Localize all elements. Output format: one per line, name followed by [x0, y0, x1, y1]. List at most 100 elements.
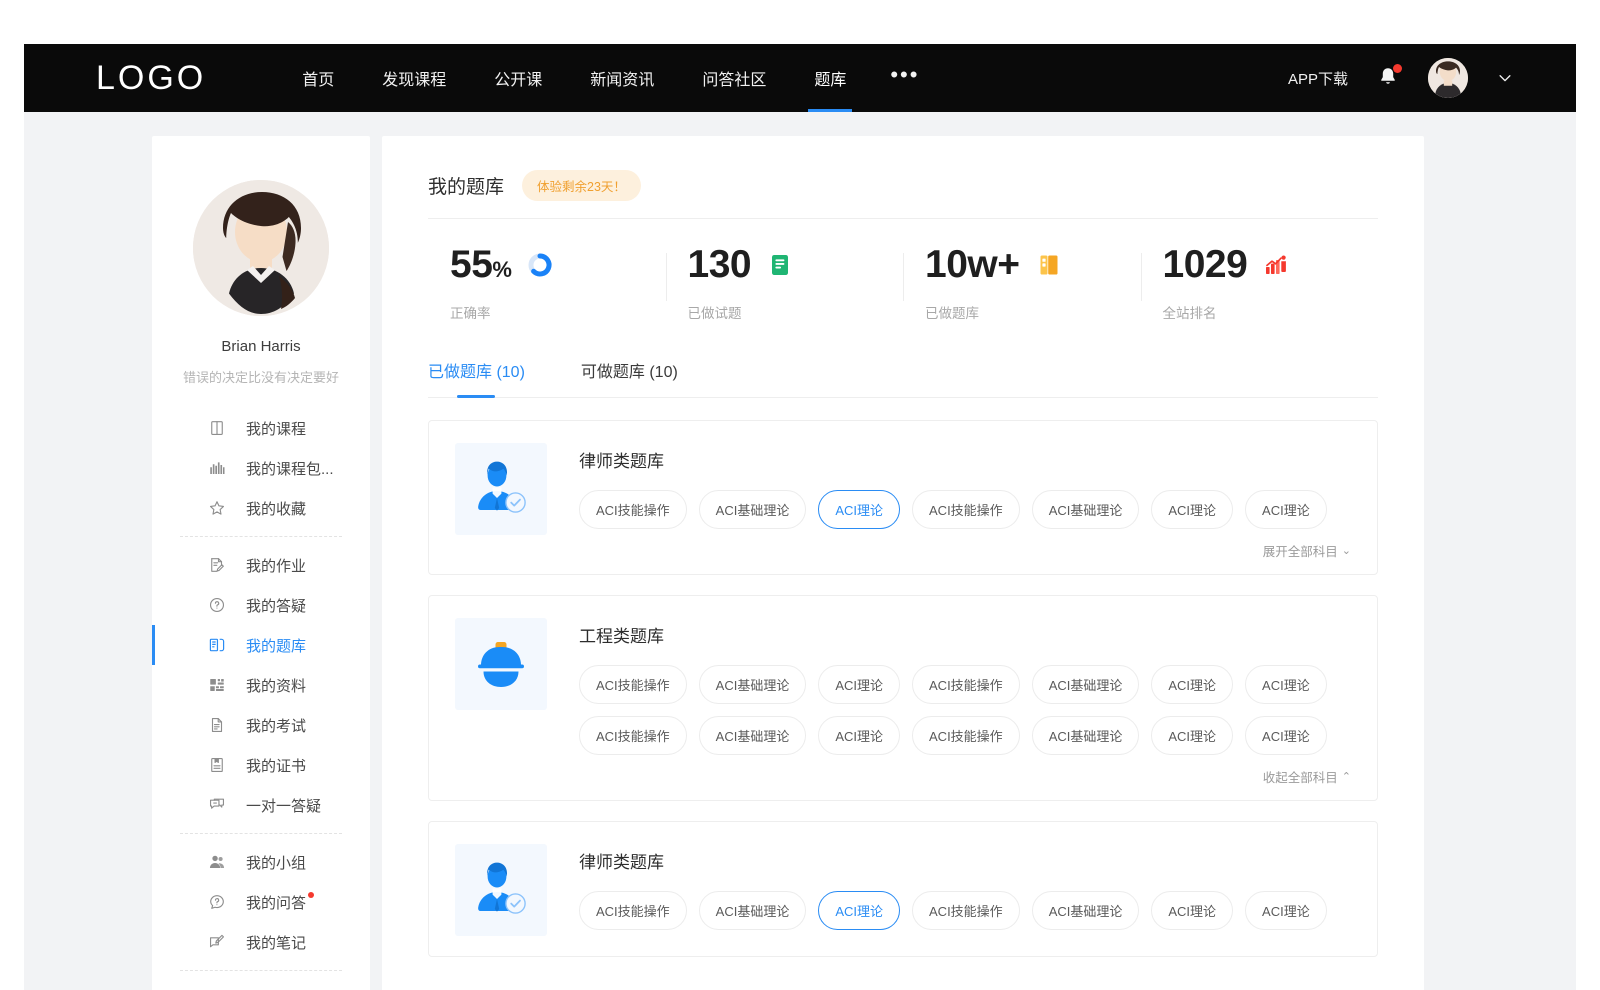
sidebar-item-12[interactable]: 我的笔记 — [152, 922, 370, 962]
user-avatar-large-icon — [193, 180, 329, 316]
subject-tag[interactable]: ACI理论 — [1245, 891, 1327, 930]
red-rank-icon — [1263, 252, 1289, 278]
subject-tag[interactable]: ACI理论 — [818, 891, 900, 930]
sidebar-item-5[interactable]: 我的题库 — [152, 625, 370, 665]
sidebar-item-13[interactable]: 我的积分 — [152, 979, 370, 990]
sidebar-item-2[interactable]: 我的收藏 — [152, 488, 370, 528]
subject-tag-row: ACI技能操作 ACI基础理论 ACI理论 ACI技能操作 ACI基础理论 ACI理论 AC… — [579, 665, 1351, 704]
subject-tag[interactable]: ACI技能操作 — [579, 665, 687, 704]
sidebar-item-label: 我的笔记 — [246, 932, 306, 953]
star-icon — [208, 499, 226, 517]
notification-bell-button[interactable] — [1376, 65, 1400, 91]
subject-tag[interactable]: ACI理论 — [818, 490, 900, 529]
sidebar-item-10[interactable]: 我的小组 — [152, 842, 370, 882]
nav-item-label: 问答社区 — [702, 66, 766, 90]
nav-more-icon[interactable]: ••• — [870, 64, 939, 86]
question-bank-icon — [208, 636, 226, 654]
sidebar-item-1[interactable]: 我的课程包... — [152, 448, 370, 488]
sidebar-item-label: 我的问答 — [246, 892, 306, 913]
subject-tag[interactable]: ACI技能操作 — [912, 891, 1020, 930]
subject-tag-rows: ACI技能操作 ACI基础理论 ACI理论 ACI技能操作 ACI基础理论 ACI理论 AC… — [579, 891, 1351, 930]
nav-item-label: 公开课 — [494, 66, 542, 90]
nav-item-4[interactable]: 问答社区 — [678, 44, 790, 112]
site-logo[interactable]: LOGO — [96, 59, 206, 98]
subject-tag[interactable]: ACI理论 — [1151, 716, 1233, 755]
subject-tag[interactable]: ACI技能操作 — [579, 891, 687, 930]
sidebar-item-4[interactable]: 我的答疑 — [152, 585, 370, 625]
subject-tag[interactable]: ACI理论 — [1245, 490, 1327, 529]
donut-chart-icon — [527, 252, 553, 278]
subject-tag[interactable]: ACI理论 — [1245, 665, 1327, 704]
homework-icon — [208, 556, 226, 574]
tab-0[interactable]: 已做题库 (10) — [428, 358, 525, 397]
subject-tag-rows: ACI技能操作 ACI基础理论 ACI理论 ACI技能操作 ACI基础理论 ACI理论 AC… — [579, 490, 1351, 529]
subject-tag[interactable]: ACI理论 — [1151, 665, 1233, 704]
subject-tag[interactable]: ACI理论 — [1151, 891, 1233, 930]
subject-tag-row: ACI技能操作 ACI基础理论 ACI理论 ACI技能操作 ACI基础理论 ACI理论 AC… — [579, 490, 1351, 529]
stat-card-3: 1029全站排名 — [1141, 245, 1379, 322]
subject-tag[interactable]: ACI基础理论 — [1032, 891, 1140, 930]
stat-number: 130 — [688, 243, 752, 286]
sidebar-item-0[interactable]: 我的课程 — [152, 408, 370, 448]
sidebar-avatar[interactable] — [193, 180, 329, 316]
subject-tag[interactable]: ACI基础理论 — [1032, 665, 1140, 704]
toggle-subjects-link[interactable]: 展开全部科目⌄ — [1263, 541, 1351, 560]
tab-label: 可做题库 (10) — [581, 364, 678, 381]
card-footer: 展开全部科目⌄ — [579, 541, 1351, 560]
subject-tag[interactable]: ACI基础理论 — [699, 716, 807, 755]
subject-tag[interactable]: ACI理论 — [818, 665, 900, 704]
subject-tag[interactable]: ACI理论 — [1151, 490, 1233, 529]
group-icon — [208, 853, 226, 871]
subject-tag[interactable]: ACI理论 — [818, 716, 900, 755]
sidebar-item-3[interactable]: 我的作业 — [152, 545, 370, 585]
sidebar-divider — [180, 536, 342, 537]
sidebar-item-label: 一对一答疑 — [246, 795, 321, 816]
stat-suffix: % — [492, 257, 511, 282]
stat-value-row: 10w+ — [925, 245, 1141, 284]
tab-1[interactable]: 可做题库 (10) — [581, 358, 678, 397]
question-bank-card[interactable]: 工程类题库ACI技能操作ACI基础理论ACI理论ACI技能操作ACI基础理论AC… — [428, 595, 1378, 801]
stat-label: 已做题库 — [925, 302, 1141, 322]
sidebar-divider — [180, 833, 342, 834]
green-note-icon — [767, 252, 793, 278]
subject-tag[interactable]: ACI基础理论 — [1032, 716, 1140, 755]
nav-item-0[interactable]: 首页 — [278, 44, 358, 112]
subject-tag[interactable]: ACI技能操作 — [912, 665, 1020, 704]
subject-tag[interactable]: ACI技能操作 — [912, 716, 1020, 755]
chevron-down-icon[interactable] — [1496, 69, 1514, 87]
main-panel: 我的题库 体验剩余23天！ 55%正确率130已做试题10w+已做题库1029全… — [382, 136, 1424, 990]
nav-item-label: 发现课程 — [382, 66, 446, 90]
nav-item-3[interactable]: 新闻资讯 — [566, 44, 678, 112]
sidebar-item-6[interactable]: 我的资料 — [152, 665, 370, 705]
nav-item-2[interactable]: 公开课 — [470, 44, 566, 112]
sidebar-item-8[interactable]: 我的证书 — [152, 745, 370, 785]
question-bank-card[interactable]: 律师类题库ACI技能操作ACI基础理论ACI理论ACI技能操作ACI基础理论AC… — [428, 821, 1378, 957]
nav-item-1[interactable]: 发现课程 — [358, 44, 470, 112]
subject-tag[interactable]: ACI技能操作 — [579, 490, 687, 529]
avatar[interactable] — [1428, 58, 1468, 98]
stat-value-row: 55% — [450, 245, 666, 284]
subject-tag[interactable]: ACI基础理论 — [699, 490, 807, 529]
stat-value: 10w+ — [925, 245, 1020, 284]
app-download-link[interactable]: APP下载 — [1288, 68, 1348, 89]
toggle-subjects-link[interactable]: 收起全部科目⌃ — [1263, 767, 1351, 786]
sidebar-menu: 我的课程我的课程包... 我的收藏我的作业我的答疑我的题库我的资料我的考试我的证书… — [152, 408, 370, 990]
subject-tag[interactable]: ACI技能操作 — [579, 716, 687, 755]
subject-tag[interactable]: ACI基础理论 — [699, 665, 807, 704]
stat-label: 正确率 — [450, 302, 666, 322]
nav-item-5[interactable]: 题库 — [790, 44, 870, 112]
sidebar-item-9[interactable]: 一对一答疑 — [152, 785, 370, 825]
sidebar-item-11[interactable]: 我的问答 — [152, 882, 370, 922]
subject-tag-row: ACI技能操作 ACI基础理论 ACI理论 ACI技能操作 ACI基础理论 ACI理论 AC… — [579, 891, 1351, 930]
sidebar-item-label: 我的收藏 — [246, 498, 306, 519]
sidebar-item-7[interactable]: 我的考试 — [152, 705, 370, 745]
subject-tag[interactable]: ACI技能操作 — [912, 490, 1020, 529]
sidebar-item-label: 我的作业 — [246, 555, 306, 576]
subject-tag[interactable]: ACI理论 — [1245, 716, 1327, 755]
question-bank-card[interactable]: 律师类题库ACI技能操作ACI基础理论ACI理论ACI技能操作ACI基础理论AC… — [428, 420, 1378, 575]
sidebar-item-label: 我的考试 — [246, 715, 306, 736]
subject-tag[interactable]: ACI基础理论 — [1032, 490, 1140, 529]
subject-tag[interactable]: ACI基础理论 — [699, 891, 807, 930]
card-title: 工程类题库 — [579, 622, 1351, 647]
chevron-up-icon: ⌃ — [1342, 770, 1351, 783]
